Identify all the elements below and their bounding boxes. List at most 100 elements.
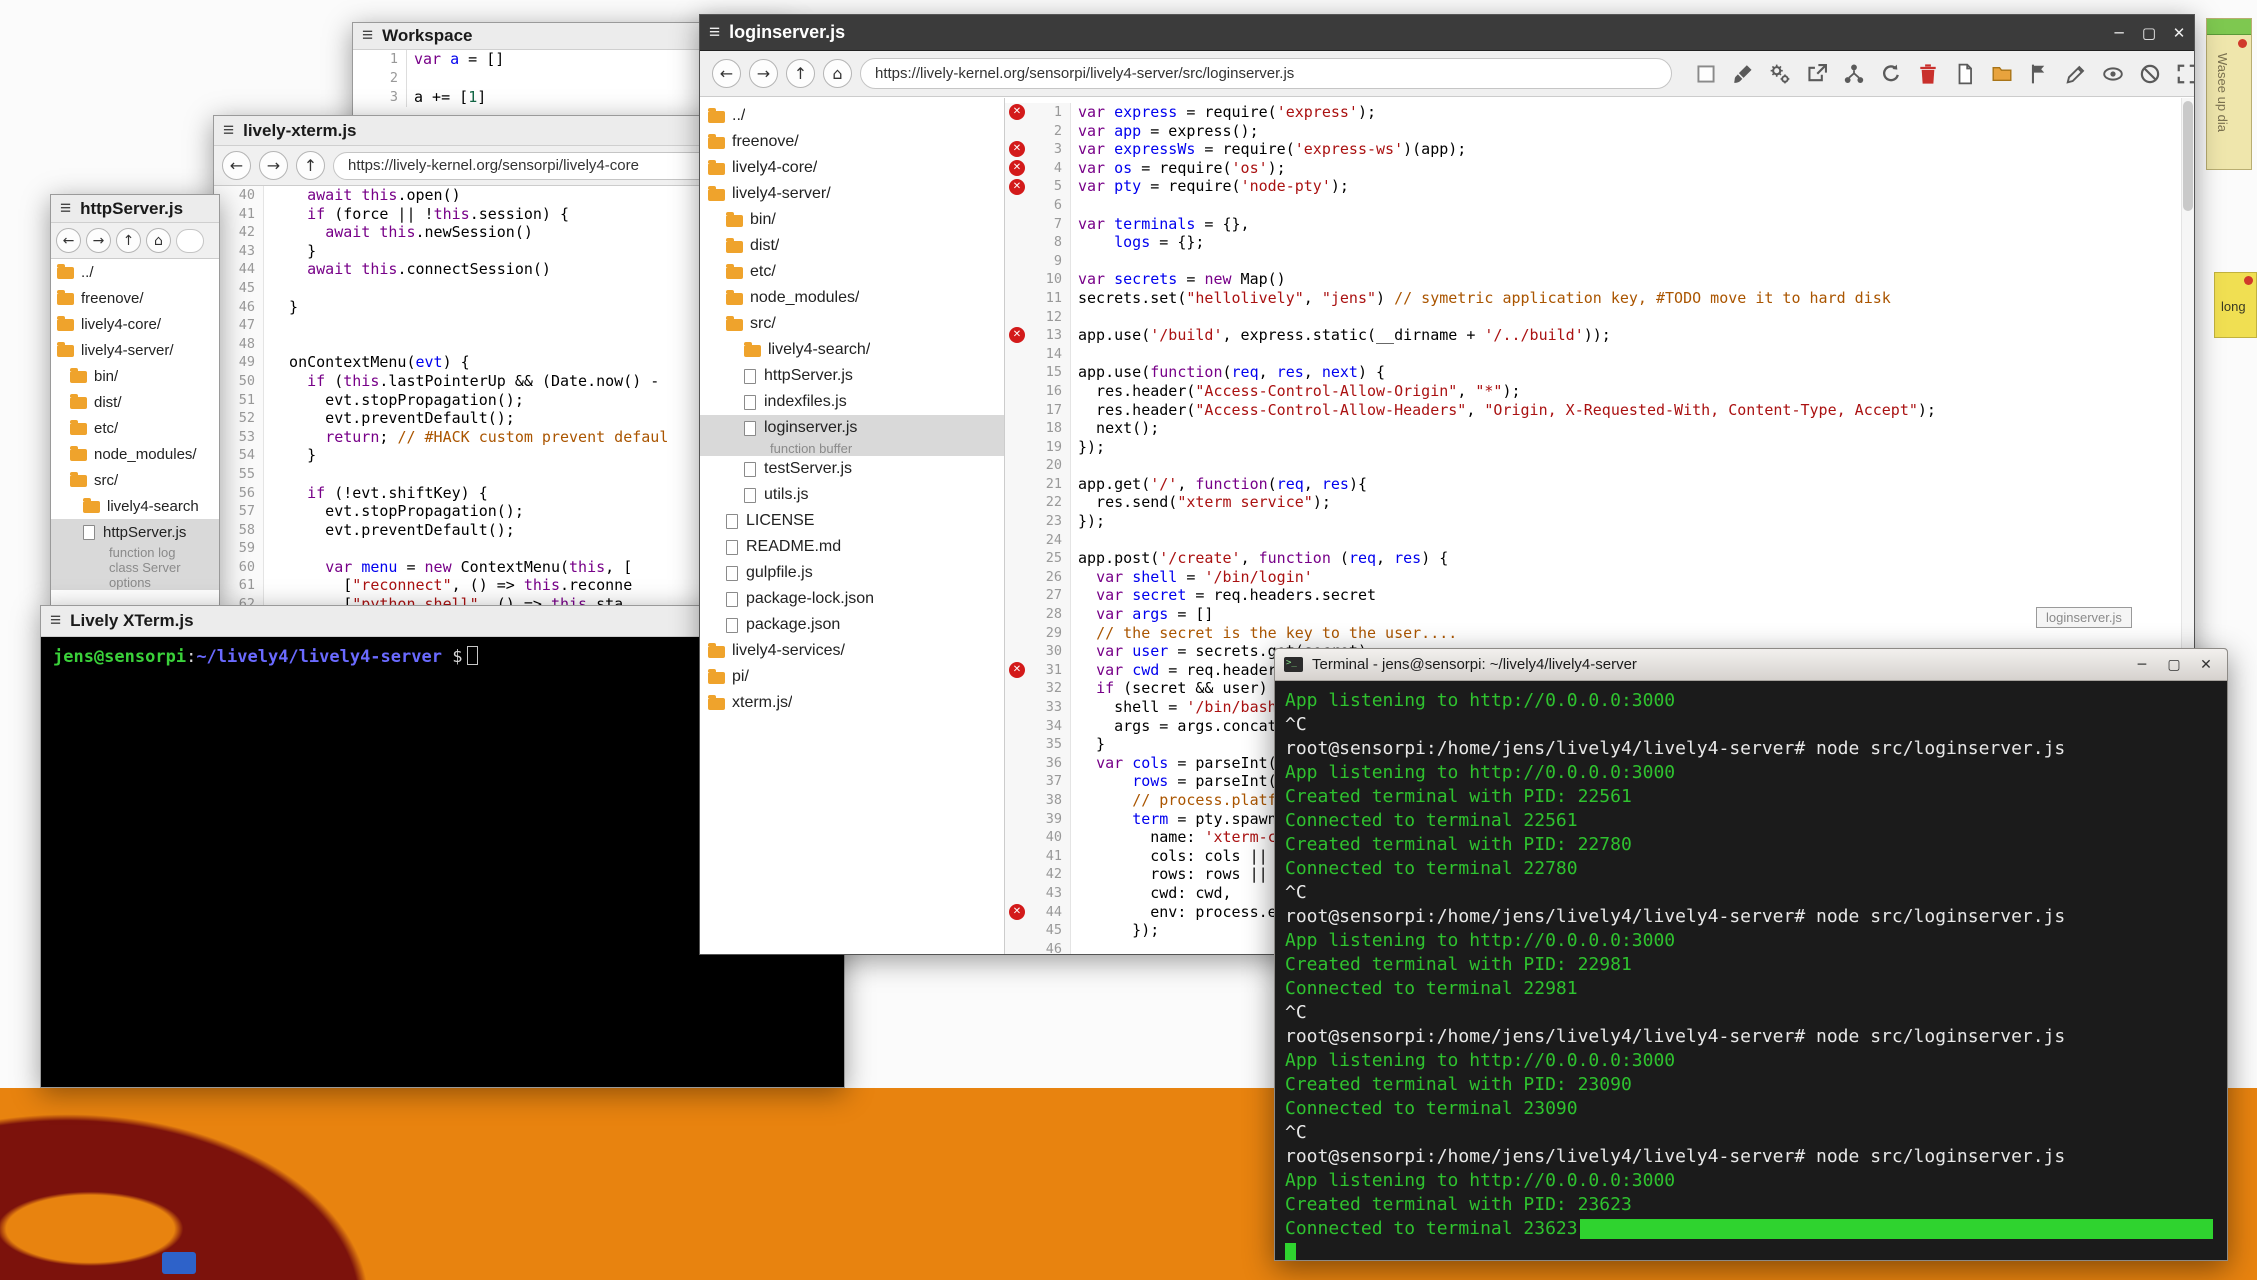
code-segment: ); xyxy=(1502,382,1520,400)
tree-item-lively4-search[interactable]: lively4-search/ xyxy=(700,337,1004,363)
forward-button[interactable]: → xyxy=(86,228,111,253)
url-input[interactable] xyxy=(333,152,724,180)
code-segment: ) xyxy=(1376,289,1394,307)
httpserver-titlebar[interactable]: ≡ httpServer.js xyxy=(51,195,219,223)
flag-icon[interactable] xyxy=(2027,62,2051,86)
code-text: var os = require('os'); xyxy=(1071,159,1286,178)
tree-item-node-modules[interactable]: node_modules/ xyxy=(700,285,1004,311)
code-segment: var xyxy=(1078,215,1105,233)
tree-item-loginserver-js[interactable]: loginserver.js xyxy=(700,415,1004,441)
tree-item-httpserver-js[interactable]: httpServer.js xyxy=(700,363,1004,389)
edit-icon[interactable] xyxy=(2064,62,2088,86)
tree-item-etc[interactable]: etc/ xyxy=(700,259,1004,285)
tree-item-license[interactable]: LICENSE xyxy=(700,508,1004,534)
menu-icon[interactable]: ≡ xyxy=(223,120,234,142)
tree-item-package-json[interactable]: package.json xyxy=(700,612,1004,638)
tree-sub-label[interactable]: function log xyxy=(51,545,219,560)
maximize-button[interactable]: ▢ xyxy=(2162,657,2186,673)
url-input[interactable] xyxy=(176,229,204,253)
tree-item-lively4-server[interactable]: lively4-server/ xyxy=(700,181,1004,207)
code-text: evt.stopPropagation(); xyxy=(264,502,524,521)
forward-button[interactable]: → xyxy=(259,151,288,180)
tree-item-bin[interactable]: bin/ xyxy=(700,207,1004,233)
scrollbar-thumb[interactable] xyxy=(2183,101,2193,211)
tree-item-dist[interactable]: dist/ xyxy=(51,389,219,415)
desktop-note[interactable]: Wasee up dia xyxy=(2206,18,2252,170)
fullscreen-icon[interactable] xyxy=(2175,62,2194,86)
refresh-icon[interactable] xyxy=(1879,62,1903,86)
menu-icon[interactable]: ≡ xyxy=(50,610,61,632)
error-marker-icon[interactable]: ✕ xyxy=(1009,104,1025,120)
tree-item-src[interactable]: src/ xyxy=(700,311,1004,337)
tree-item-indexfiles-js[interactable]: indexfiles.js xyxy=(700,389,1004,415)
up-button[interactable]: ↑ xyxy=(116,228,141,253)
up-button[interactable]: ↑ xyxy=(786,59,815,88)
up-button[interactable]: ↑ xyxy=(296,151,325,180)
editor-titlebar[interactable]: ≡ lively-xterm.js xyxy=(214,116,732,146)
tree-item-node-modules[interactable]: node_modules/ xyxy=(51,441,219,467)
tree-item-lively4-services[interactable]: lively4-services/ xyxy=(700,638,1004,664)
error-marker-icon[interactable]: ✕ xyxy=(1009,662,1025,678)
tree-sub-label[interactable]: class Server xyxy=(51,560,219,575)
minimize-button[interactable]: ─ xyxy=(2130,657,2154,673)
error-marker-icon[interactable]: ✕ xyxy=(1009,141,1025,157)
tree-item-testserver-js[interactable]: testServer.js xyxy=(700,456,1004,482)
back-button[interactable]: ← xyxy=(712,59,741,88)
tree-item-lively4-core[interactable]: lively4-core/ xyxy=(51,311,219,337)
loginserver-titlebar[interactable]: ≡ loginserver.js ─▢✕ xyxy=(700,15,2194,51)
tree-item-readme-md[interactable]: README.md xyxy=(700,534,1004,560)
tree-item-[interactable]: ../ xyxy=(700,103,1004,129)
tree-item-httpserver-js[interactable]: httpServer.js xyxy=(51,519,219,545)
terminal-titlebar[interactable]: Terminal - jens@sensorpi: ~/lively4/live… xyxy=(1275,649,2227,681)
menu-icon[interactable]: ≡ xyxy=(709,22,720,44)
error-marker-icon[interactable]: ✕ xyxy=(1009,179,1025,195)
tree-item-freenove[interactable]: freenove/ xyxy=(700,129,1004,155)
tree-item-gulpfile-js[interactable]: gulpfile.js xyxy=(700,560,1004,586)
tree-item-pi[interactable]: pi/ xyxy=(700,664,1004,690)
file-icon[interactable] xyxy=(1953,62,1977,86)
menu-icon[interactable]: ≡ xyxy=(362,25,373,47)
tree-item-[interactable]: ../ xyxy=(51,259,219,285)
tree-item-bin[interactable]: bin/ xyxy=(51,363,219,389)
gears-icon[interactable] xyxy=(1768,62,1792,86)
back-button[interactable]: ← xyxy=(56,228,81,253)
folder-icon[interactable] xyxy=(1990,62,2014,86)
url-input[interactable] xyxy=(860,58,1672,89)
forbid-icon[interactable] xyxy=(2138,62,2162,86)
tree-item-lively4-server[interactable]: lively4-server/ xyxy=(51,337,219,363)
close-button[interactable]: ✕ xyxy=(2164,24,2194,42)
eye-icon[interactable] xyxy=(2101,62,2125,86)
code-editor[interactable]: ✕40 await this.open()✕41 if (force || !t… xyxy=(214,186,732,614)
tree-item-lively4-core[interactable]: lively4-core/ xyxy=(700,155,1004,181)
tree-sub-label[interactable]: options xyxy=(51,575,219,590)
tree-sub-label[interactable]: function buffer xyxy=(700,441,1004,456)
dependency-graph-icon[interactable] xyxy=(1842,62,1866,86)
open-external-icon[interactable] xyxy=(1805,62,1829,86)
tree-item-package-lock-json[interactable]: package-lock.json xyxy=(700,586,1004,612)
tree-item-xterm-js[interactable]: xterm.js/ xyxy=(700,690,1004,716)
forward-button[interactable]: → xyxy=(749,59,778,88)
minimize-button[interactable]: ─ xyxy=(2104,24,2134,42)
tree-item-src[interactable]: src/ xyxy=(51,467,219,493)
tree-item-lively4-search[interactable]: lively4-search xyxy=(51,493,219,519)
home-button[interactable]: ⌂ xyxy=(146,228,171,253)
terminal-output[interactable]: App listening to http://0.0.0.0:3000^Cro… xyxy=(1275,681,2227,1260)
error-marker-icon[interactable]: ✕ xyxy=(1009,327,1025,343)
tree-item-freenove[interactable]: freenove/ xyxy=(51,285,219,311)
trash-icon[interactable] xyxy=(1916,62,1940,86)
tree-item-utils-js[interactable]: utils.js xyxy=(700,482,1004,508)
taskbar-icon[interactable] xyxy=(162,1252,196,1274)
error-marker-icon[interactable]: ✕ xyxy=(1009,904,1025,920)
back-button[interactable]: ← xyxy=(222,151,251,180)
tree-item-etc[interactable]: etc/ xyxy=(51,415,219,441)
desktop-note[interactable]: long xyxy=(2214,272,2257,338)
checkbox-icon[interactable] xyxy=(1694,62,1718,86)
brush-icon[interactable] xyxy=(1731,62,1755,86)
tree-item-dist[interactable]: dist/ xyxy=(700,233,1004,259)
home-button[interactable]: ⌂ xyxy=(823,59,852,88)
menu-icon[interactable]: ≡ xyxy=(60,198,71,220)
code-segment: = {}, xyxy=(1195,215,1249,233)
close-button[interactable]: ✕ xyxy=(2194,657,2218,673)
error-marker-icon[interactable]: ✕ xyxy=(1009,160,1025,176)
maximize-button[interactable]: ▢ xyxy=(2134,24,2164,42)
